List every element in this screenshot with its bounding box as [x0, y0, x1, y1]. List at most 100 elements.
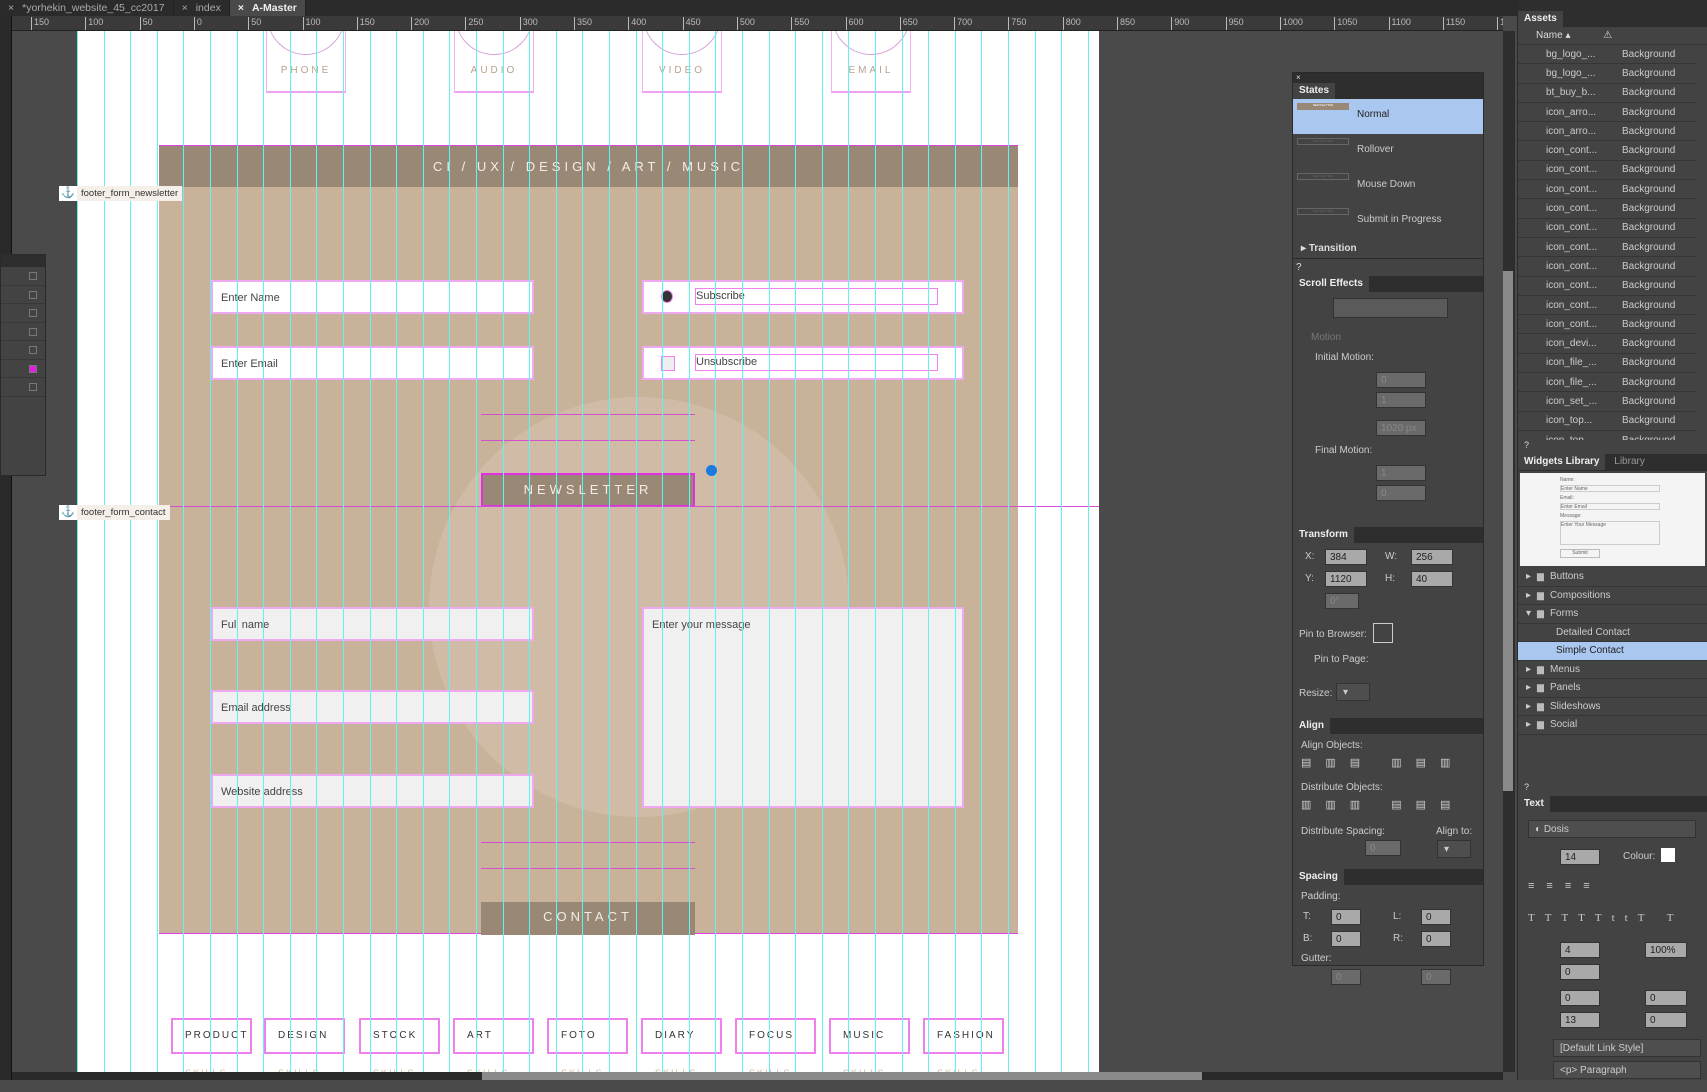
column-guide[interactable]: [529, 31, 530, 1072]
layer-row[interactable]: [1, 360, 45, 378]
column-guide[interactable]: [449, 31, 450, 1072]
column-guide[interactable]: [503, 31, 504, 1072]
indent-input[interactable]: 0: [1560, 964, 1600, 980]
distribute-spacing-input[interactable]: 0: [1365, 840, 1401, 856]
asset-row[interactable]: icon_arro... Background: [1518, 103, 1696, 123]
column-guide[interactable]: [1088, 31, 1089, 1072]
asset-row[interactable]: icon_cont... Background: [1518, 238, 1696, 258]
asset-row[interactable]: icon_cont... Background: [1518, 296, 1696, 316]
align-to-dropdown[interactable]: ▾: [1437, 840, 1471, 858]
enter-email-field[interactable]: Enter Email: [211, 346, 534, 380]
help-icon[interactable]: ?: [1518, 782, 1707, 792]
pin-browser-icon[interactable]: [1373, 623, 1393, 643]
space-after-input[interactable]: 0: [1645, 1012, 1687, 1028]
column-guide[interactable]: [981, 31, 982, 1072]
nav-item-design[interactable]: DESIGN: [264, 1018, 345, 1054]
font-dropdown[interactable]: ◐ Dosis: [1528, 820, 1696, 838]
column-guide[interactable]: [290, 31, 291, 1072]
x-input[interactable]: 384: [1325, 549, 1367, 565]
left-indent-input[interactable]: 0: [1560, 990, 1600, 1006]
full-name-field[interactable]: Full name: [211, 607, 534, 641]
state-mouse-down[interactable]: NEWSLETTER Mouse Down: [1293, 169, 1483, 204]
column-guide[interactable]: [237, 31, 238, 1072]
assets-name-column[interactable]: Name ▴ ⚠: [1518, 27, 1707, 45]
state-normal[interactable]: NEWSLETTER Normal: [1293, 99, 1483, 134]
close-icon[interactable]: ×: [238, 2, 244, 14]
column-guide[interactable]: [476, 31, 477, 1072]
layer-visibility-checkbox[interactable]: [29, 272, 37, 280]
column-guide[interactable]: [1061, 31, 1062, 1072]
video-icon-box[interactable]: VIDEO: [642, 31, 722, 93]
key-position-input[interactable]: 1020 px: [1376, 420, 1426, 436]
vertical-scrollbar[interactable]: [1503, 31, 1515, 1072]
asset-row[interactable]: icon_cont... Background: [1518, 141, 1696, 161]
asset-row[interactable]: icon_devi... Background: [1518, 334, 1696, 354]
layer-visibility-checkbox[interactable]: [29, 327, 37, 336]
rotation-input[interactable]: 0°: [1325, 593, 1359, 609]
column-guide[interactable]: [609, 31, 610, 1072]
widget-forms[interactable]: ▾ ▆ Forms: [1518, 605, 1707, 624]
widget-buttons[interactable]: ▸ ▆ Buttons: [1518, 568, 1707, 587]
leading-input[interactable]: 100%: [1645, 942, 1687, 958]
asset-row[interactable]: bg_logo_... Background: [1518, 45, 1696, 65]
layer-row[interactable]: [1, 304, 45, 323]
asset-row[interactable]: icon_top...Background: [1518, 431, 1696, 440]
nav-item-stock[interactable]: STOCK: [359, 1018, 440, 1054]
widget-panels[interactable]: ▸ ▆ Panels: [1518, 679, 1707, 698]
column-guide[interactable]: [662, 31, 663, 1072]
column-guide[interactable]: [795, 31, 796, 1072]
text-alignment-buttons[interactable]: ≡≡≡≡: [1528, 880, 1602, 892]
column-guide[interactable]: [928, 31, 929, 1072]
tab-yorhekin[interactable]: × *yorhekin_website_45_cc2017: [0, 0, 174, 16]
audio-icon-box[interactable]: AUDIO: [454, 31, 534, 93]
state-rollover[interactable]: NEWSLETTER Rollover: [1293, 134, 1483, 169]
email-address-field[interactable]: Email address: [211, 690, 534, 724]
column-guide[interactable]: [955, 31, 956, 1072]
resize-dropdown[interactable]: ▾: [1336, 683, 1370, 701]
anchor-footer-form-contact[interactable]: ⚓ footer_form_contact: [59, 505, 170, 520]
motion-checkbox[interactable]: Motion: [1311, 332, 1341, 343]
asset-row[interactable]: icon_arro... Background: [1518, 122, 1696, 142]
column-guide[interactable]: [423, 31, 424, 1072]
state-submit-in-progress[interactable]: NEWSLETTER Submit in Progress: [1293, 204, 1483, 239]
scroll-effect-tabs[interactable]: [1333, 298, 1448, 318]
layer-row[interactable]: [1, 323, 45, 341]
y-input[interactable]: 1120: [1325, 571, 1367, 587]
gutter-v-input[interactable]: 0: [1331, 969, 1361, 985]
widget-slideshows[interactable]: ▸ ▆ Slideshows: [1518, 698, 1707, 716]
help-icon[interactable]: ?: [1518, 440, 1707, 454]
widget-menus[interactable]: ▸ ▆ Menus: [1518, 661, 1707, 679]
column-guide[interactable]: [875, 31, 876, 1072]
help-icon[interactable]: ?: [1293, 258, 1483, 276]
asset-row[interactable]: icon_cont... Background: [1518, 257, 1696, 277]
asset-row[interactable]: icon_cont... Background: [1518, 180, 1696, 200]
column-guide[interactable]: [822, 31, 823, 1072]
asset-row[interactable]: icon_cont... Background: [1518, 199, 1696, 219]
nav-item-diary[interactable]: DIARY: [641, 1018, 722, 1054]
layer-row[interactable]: [1, 378, 45, 397]
layer-visibility-checkbox[interactable]: [29, 346, 37, 354]
right-indent-input[interactable]: 0: [1645, 990, 1687, 1006]
layer-visibility-checkbox[interactable]: [29, 364, 37, 373]
close-icon[interactable]: ×: [182, 2, 188, 14]
asset-row[interactable]: icon_top...Background: [1518, 412, 1696, 431]
column-guide[interactable]: [742, 31, 743, 1072]
close-icon[interactable]: ×: [1293, 73, 1483, 83]
collapsed-arrow-icon[interactable]: ▸: [1526, 701, 1531, 712]
anchor-footer-form-newsletter[interactable]: ⚓ footer_form_newsletter: [59, 186, 183, 201]
asset-row[interactable]: icon_set_... Background: [1518, 392, 1696, 412]
tab-library[interactable]: Library: [1608, 454, 1651, 470]
column-guide[interactable]: [556, 31, 557, 1072]
space-before-input[interactable]: 13: [1560, 1012, 1600, 1028]
email-icon-box[interactable]: EMAIL: [831, 31, 911, 93]
initial-vertical-input[interactable]: 0: [1376, 372, 1426, 388]
padding-bottom-input[interactable]: 0: [1331, 931, 1361, 947]
widget-social[interactable]: ▸ ▆ Social: [1518, 716, 1707, 735]
gutter-h-input[interactable]: 0: [1421, 969, 1451, 985]
column-guide[interactable]: [582, 31, 583, 1072]
widget-simple-contact[interactable]: Simple Contact: [1518, 642, 1707, 661]
asset-row[interactable]: icon_cont... Background: [1518, 315, 1696, 335]
tab-index[interactable]: × index: [174, 0, 230, 16]
horizontal-scrollbar[interactable]: [12, 1072, 1503, 1080]
column-guide[interactable]: [263, 31, 264, 1072]
